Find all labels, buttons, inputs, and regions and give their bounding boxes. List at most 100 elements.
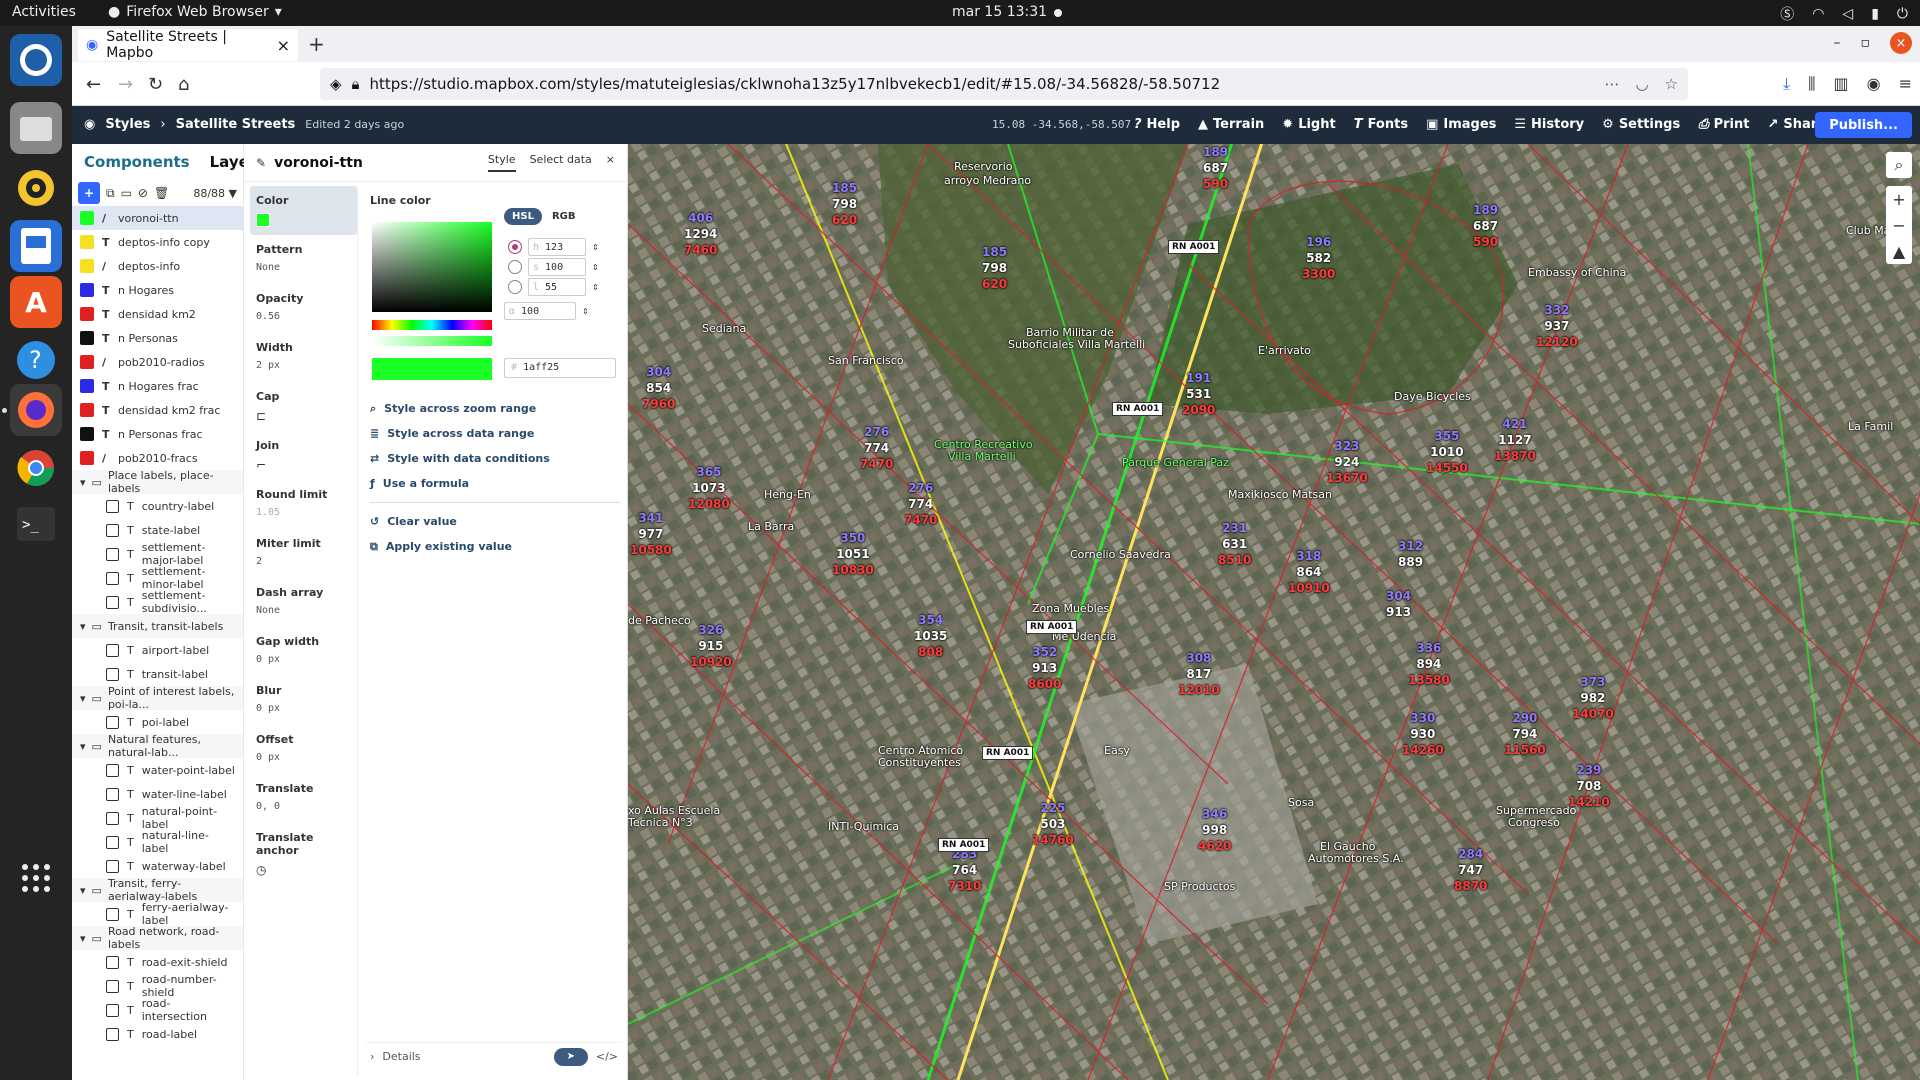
property-item[interactable]: Width 2 px: [250, 333, 357, 382]
layer-row[interactable]: / pob2010-radios: [72, 350, 243, 374]
layer-row[interactable]: Tdeptos-info copy: [72, 230, 243, 254]
hamburger-menu-icon[interactable]: ≡: [1899, 74, 1912, 94]
property-item[interactable]: Translate 0, 0: [250, 774, 357, 823]
layer-group[interactable]: ▾ ▭ Transit, ferry-aerialway-labels: [72, 877, 243, 903]
place-label[interactable]: Automotores S.A.: [1308, 852, 1404, 865]
download-icon[interactable]: ⤓: [1783, 74, 1790, 94]
print-button[interactable]: ⎙ Print: [1698, 117, 1749, 132]
place-label[interactable]: Congreso: [1508, 816, 1560, 829]
s-radio[interactable]: [508, 260, 522, 274]
layer-row[interactable]: Troad-number-shield: [72, 973, 243, 999]
saturation-lightness-picker[interactable]: [372, 222, 492, 312]
account-icon[interactable]: ◉: [1867, 74, 1881, 94]
s-input[interactable]: s 100: [528, 258, 586, 276]
apply-existing-value-button[interactable]: ⧉ Apply existing value: [370, 534, 620, 559]
maximize-icon[interactable]: ▫: [1861, 35, 1871, 51]
terrain-button[interactable]: ▲ Terrain: [1198, 117, 1264, 132]
style-with-data-conditions-button[interactable]: ⇄ Style with data conditions: [370, 446, 620, 471]
place-label[interactable]: Easy: [1104, 744, 1130, 757]
layer-group[interactable]: ▾ ▭ Point of interest labels, poi-la...: [72, 685, 243, 711]
layer-row[interactable]: Twater-line-label: [72, 782, 243, 806]
layer-row[interactable]: Troad-exit-shield: [72, 950, 243, 974]
browser-tab[interactable]: ◉ Satellite Streets | Mapbo ×: [78, 29, 298, 61]
property-item[interactable]: Pattern None: [250, 235, 357, 284]
alpha-slider[interactable]: [372, 336, 492, 346]
layer-group[interactable]: ▾ ▭ Road network, road-labels: [72, 925, 243, 951]
place-label[interactable]: La Barra: [748, 520, 794, 533]
property-item[interactable]: Miter limit 2: [250, 529, 357, 578]
mapbox-logo-icon[interactable]: ◉: [84, 117, 95, 132]
thunderbird-icon[interactable]: [10, 34, 62, 86]
close-window-icon[interactable]: ×: [1890, 32, 1912, 54]
sidebar-icon[interactable]: ▥: [1834, 74, 1849, 94]
place-label[interactable]: Embassy of China: [1528, 266, 1626, 279]
stepper-icon[interactable]: ⇕: [592, 283, 599, 292]
search-icon[interactable]: ⌕: [1895, 152, 1904, 178]
libreoffice-impress-icon[interactable]: [10, 220, 62, 272]
use-formula-button[interactable]: ƒ Use a formula: [370, 471, 620, 496]
images-button[interactable]: ▣ Images: [1426, 117, 1496, 132]
stepper-icon[interactable]: ⇕: [592, 263, 599, 272]
place-label[interactable]: SP Productos: [1164, 880, 1235, 893]
place-label[interactable]: Heng-En: [764, 488, 811, 501]
place-label[interactable]: Cornelio Saavedra: [1070, 548, 1171, 561]
close-tab-icon[interactable]: ×: [277, 36, 290, 55]
zoom-in-icon[interactable]: +: [1892, 186, 1905, 212]
rgb-mode-button[interactable]: RGB: [552, 208, 576, 225]
h-radio[interactable]: [508, 240, 522, 254]
help-icon[interactable]: ?: [10, 334, 62, 386]
property-item[interactable]: Blur 0 px: [250, 676, 357, 725]
layer-row[interactable]: / voronoi-ttn: [72, 206, 243, 230]
h-input[interactable]: h 123: [528, 238, 586, 256]
home-icon[interactable]: ⌂: [178, 74, 189, 95]
library-icon[interactable]: ⫼: [1808, 74, 1815, 94]
new-tab-button[interactable]: +: [308, 32, 325, 56]
place-label[interactable]: Parque General Paz: [1122, 456, 1229, 469]
history-button[interactable]: ☰ History: [1514, 117, 1584, 132]
layer-row[interactable]: Tcountry-label: [72, 494, 243, 518]
zoom-out-icon[interactable]: −: [1892, 212, 1905, 238]
place-label[interactable]: Suboficiales Villa Martelli: [1008, 338, 1145, 351]
tab-components[interactable]: Components: [84, 153, 190, 171]
place-label[interactable]: Club Ma: [1846, 224, 1890, 237]
clock[interactable]: mar 15 13:31: [952, 4, 1047, 20]
layer-row[interactable]: Tsettlement-minor-label: [72, 565, 243, 591]
place-label[interactable]: E'arrivato: [1258, 344, 1311, 357]
layer-name[interactable]: voronoi-ttn: [274, 155, 363, 171]
place-label[interactable]: Constituyentes: [878, 756, 961, 769]
layer-row[interactable]: Tnatural-line-label: [72, 829, 243, 855]
layer-group[interactable]: ▾ ▭ Transit, transit-labels: [72, 614, 243, 638]
stepper-icon[interactable]: ⇕: [582, 307, 589, 316]
terminal-icon[interactable]: >_: [10, 498, 62, 550]
property-item[interactable]: Round limit 1.05: [250, 480, 357, 529]
help-button[interactable]: ? Help: [1134, 117, 1180, 132]
more-icon[interactable]: ⋯: [1604, 75, 1619, 93]
style-across-data-range-button[interactable]: ≣ Style across data range: [370, 421, 620, 446]
details-toggle[interactable]: Details: [382, 1050, 420, 1063]
property-item[interactable]: Dash array None: [250, 578, 357, 627]
fonts-button[interactable]: T Fonts: [1354, 117, 1408, 132]
property-item[interactable]: Join ⌐: [250, 431, 357, 480]
property-item[interactable]: Offset 0 px: [250, 725, 357, 774]
l-input[interactable]: l 55: [528, 278, 586, 296]
clear-value-button[interactable]: ↺ Clear value: [370, 509, 620, 534]
place-label[interactable]: La Famil: [1848, 420, 1893, 433]
layer-row[interactable]: Twater-point-label: [72, 758, 243, 782]
layer-row[interactable]: Troad-label: [72, 1022, 243, 1046]
inspect-toggle[interactable]: ➤: [553, 1047, 588, 1066]
hide-icon[interactable]: ⊘: [138, 186, 148, 200]
layer-row[interactable]: / pob2010-fracs: [72, 446, 243, 470]
place-label[interactable]: Maxikiosco Matsan: [1228, 488, 1332, 501]
show-apps-icon[interactable]: [10, 852, 62, 904]
pocket-icon[interactable]: ◡: [1635, 75, 1648, 93]
layer-row[interactable]: Troad-intersection: [72, 997, 243, 1023]
layer-row[interactable]: Tairport-label: [72, 638, 243, 662]
property-item[interactable]: Color: [250, 186, 357, 235]
rhythmbox-icon[interactable]: [10, 162, 62, 214]
layer-group[interactable]: ▾ ▭ Natural features, natural-lab...: [72, 733, 243, 759]
layer-row[interactable]: Ttransit-label: [72, 662, 243, 686]
activities-button[interactable]: Activities: [12, 4, 76, 20]
trash-icon[interactable]: 🗑︎: [154, 186, 169, 200]
forward-icon[interactable]: →: [118, 74, 133, 95]
property-item[interactable]: Opacity 0.56: [250, 284, 357, 333]
